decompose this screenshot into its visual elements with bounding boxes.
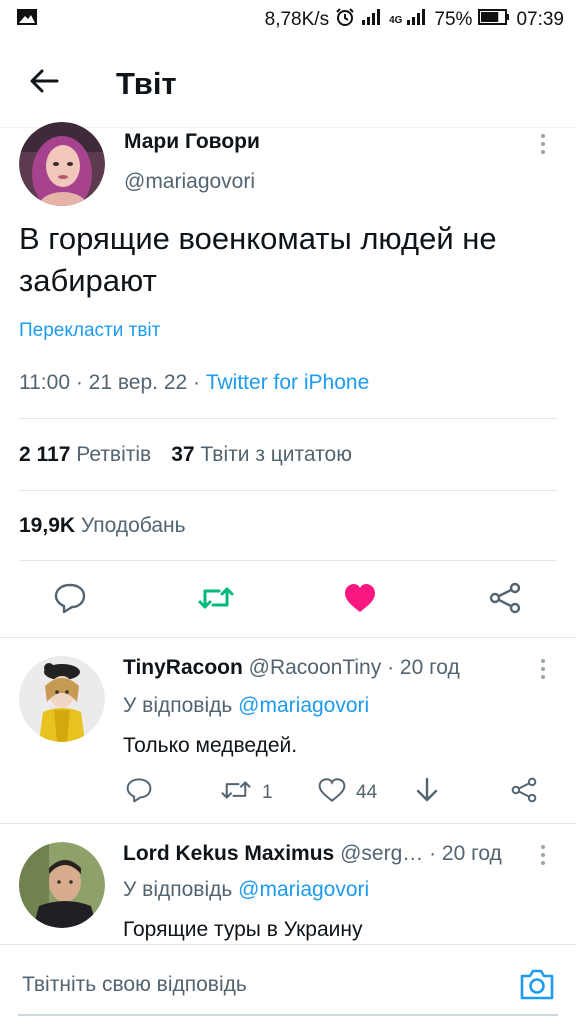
reply-to-handle[interactable]: @mariagovori <box>238 694 369 717</box>
author-avatar[interactable] <box>19 122 105 206</box>
divider <box>19 490 557 491</box>
compose-bar: Твітніть свою відповідь <box>0 944 576 1024</box>
reply-retweet-button[interactable]: 1 <box>220 778 273 808</box>
tweet-time: 11:00 <box>19 371 70 394</box>
reply-header: Lord Kekus Maximus @serg… · 20 год <box>123 842 502 865</box>
reply-like-button[interactable]: 44 <box>318 778 377 808</box>
alarm-icon <box>335 7 355 33</box>
reply-author-name[interactable]: Lord Kekus Maximus <box>123 842 334 865</box>
reply-share-button[interactable] <box>510 777 538 809</box>
signal-4g-icon <box>406 8 428 32</box>
back-button[interactable] <box>14 54 74 114</box>
reply-avatar[interactable] <box>19 656 105 742</box>
camera-icon <box>519 969 555 1006</box>
battery-percent: 75% <box>434 9 473 30</box>
heart-icon <box>343 583 377 618</box>
reply-avatar[interactable] <box>19 842 105 928</box>
tweet-date: 21 вер. 22 <box>88 371 188 394</box>
retweet-icon <box>197 583 235 618</box>
arrow-down-icon <box>414 776 440 810</box>
reply-to-line: У відповідь @mariagovori <box>123 878 370 901</box>
image-icon <box>16 8 38 32</box>
header: Твіт <box>0 40 576 128</box>
camera-button[interactable] <box>519 966 555 1002</box>
heart-outline-icon <box>318 777 346 809</box>
author-handle[interactable]: @mariagovori <box>124 170 255 194</box>
share-icon <box>488 582 522 619</box>
status-time: 07:39 <box>516 9 564 30</box>
signal-icon <box>361 8 383 32</box>
reply-button[interactable] <box>50 580 90 620</box>
retweet-button[interactable] <box>196 580 236 620</box>
reply-like-count: 44 <box>356 782 378 803</box>
tweet-meta: 11:00 · 21 вер. 22 · Twitter for iPhone <box>19 371 370 394</box>
divider <box>19 418 557 419</box>
network-type: 4G <box>389 14 403 26</box>
divider <box>0 823 576 824</box>
net-speed: 8,78K/s <box>264 9 330 30</box>
reply-icon <box>125 777 153 809</box>
reply-text: Горящие туры в Украину <box>123 918 363 941</box>
reply-compose-input[interactable]: Твітніть свою відповідь <box>22 973 247 997</box>
quotes-stat[interactable]: 37 Твіти з цитатою <box>171 443 352 467</box>
share-button[interactable] <box>485 580 525 620</box>
author-name[interactable]: Мари Говори <box>124 130 260 154</box>
reply-author-handle[interactable]: @serg… <box>340 842 423 865</box>
reply-retweet-count: 1 <box>262 782 273 803</box>
reply-reply-button[interactable] <box>125 778 153 808</box>
reply-more-options-icon[interactable] <box>538 659 548 679</box>
divider <box>0 637 576 638</box>
reply-more-options-icon[interactable] <box>538 845 548 865</box>
tweet-source[interactable]: Twitter for iPhone <box>206 371 369 394</box>
reply-icon <box>53 582 87 619</box>
reply-author-name[interactable]: TinyRacoon <box>123 656 243 679</box>
retweet-stats: 2 117 Ретвітів 37 Твіти з цитатою <box>19 443 352 467</box>
translate-tweet-link[interactable]: Перекласти твіт <box>19 320 160 342</box>
compose-underline <box>18 1014 558 1016</box>
likes-stat[interactable]: 19,9K Уподобань <box>19 514 186 538</box>
reply-download-button[interactable] <box>414 776 440 810</box>
reply-to-handle[interactable]: @mariagovori <box>238 878 369 901</box>
retweet-icon <box>220 777 252 809</box>
retweets-stat[interactable]: 2 117 Ретвітів <box>19 443 151 467</box>
tweet-actions <box>0 580 576 620</box>
status-bar: 8,78K/s 4G 75% 07:39 <box>0 0 576 40</box>
reply-age: 20 год <box>441 842 502 865</box>
share-icon <box>510 777 538 809</box>
arrow-left-icon <box>29 68 59 99</box>
more-options-icon[interactable] <box>538 134 548 154</box>
page-title: Твіт <box>116 65 177 101</box>
reply-age: 20 год <box>399 656 460 679</box>
divider <box>19 560 557 561</box>
reply-to-line: У відповідь @mariagovori <box>123 694 370 717</box>
like-button[interactable] <box>340 580 380 620</box>
reply-author-handle[interactable]: @RacoonTiny <box>249 656 382 679</box>
battery-icon <box>478 8 510 32</box>
tweet-text: В горящие военкоматы людей не забирают <box>19 221 497 298</box>
reply-text: Только медведей. <box>123 734 298 757</box>
reply-header: TinyRacoon @RacoonTiny · 20 год <box>123 656 460 679</box>
